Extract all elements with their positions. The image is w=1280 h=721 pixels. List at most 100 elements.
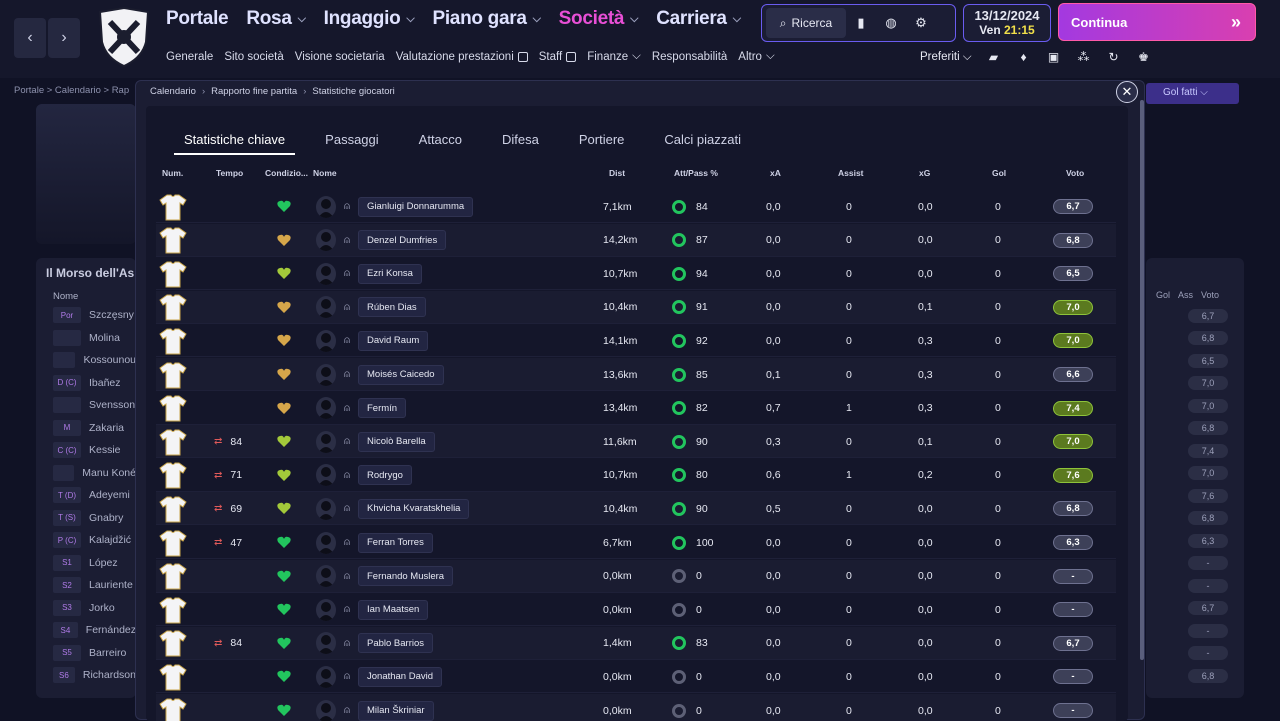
subnav-valutazione-prestazioni[interactable]: Valutazione prestazioni <box>396 50 528 63</box>
player-name[interactable]: Denzel Dumfries <box>358 230 446 250</box>
player-name[interactable]: Ferran Torres <box>358 533 433 553</box>
background-squad-row[interactable]: D (C)Ibañez <box>36 372 136 395</box>
table-row[interactable]: ⇄ 84 ⍝ Pablo Barrios 1,4km 83 0,0 0 0,0 … <box>156 627 1116 660</box>
player-name[interactable]: Ezri Konsa <box>358 264 422 284</box>
tab-attacco[interactable]: Attacco <box>409 132 472 155</box>
header-assist[interactable]: Assist <box>838 168 864 178</box>
chat-icon[interactable]: ▰ <box>986 50 1002 64</box>
table-row[interactable]: ⍝ Fernando Muslera 0,0km 0 0,0 0 0,0 0 - <box>156 560 1116 593</box>
header-rating[interactable]: Voto <box>1066 168 1084 178</box>
table-row[interactable]: ⇄ 84 ⍝ Nicolò Barella 11,6km 90 0,3 0 0,… <box>156 425 1116 458</box>
table-row[interactable]: ⇄ 47 ⍝ Ferran Torres 6,7km 100 0,0 0 0,0… <box>156 526 1116 559</box>
refresh-icon[interactable]: ↻ <box>1106 50 1122 64</box>
background-squad-row[interactable]: Kossounou <box>36 349 136 372</box>
background-squad-row[interactable]: T (S)Gnabry <box>36 507 136 530</box>
tab-statistiche-chiave[interactable]: Statistiche chiave <box>174 132 295 155</box>
background-squad-row[interactable]: MZakaria <box>36 417 136 440</box>
table-row[interactable]: ⇄ 71 ⍝ Rodrygo 10,7km 80 0,6 1 0,2 0 7,6 <box>156 459 1116 492</box>
background-squad-row[interactable]: P (C)Kalajdžić <box>36 529 136 552</box>
subnav-generale[interactable]: Generale <box>166 50 213 63</box>
background-squad-row[interactable]: Molina <box>36 327 136 350</box>
header-xg[interactable]: xG <box>919 168 930 178</box>
tab-portiere[interactable]: Portiere <box>569 132 635 155</box>
shirt-icon[interactable]: ♦ <box>1016 50 1032 64</box>
notes-icon[interactable]: ▣ <box>1046 50 1062 64</box>
header-name[interactable]: Nome <box>313 168 337 178</box>
header-pass[interactable]: Att/Pass % <box>674 168 718 178</box>
tab-passaggi[interactable]: Passaggi <box>315 132 388 155</box>
header-dist[interactable]: Dist <box>609 168 625 178</box>
goals-for-dropdown[interactable]: Gol fatti ⌵ <box>1146 83 1239 104</box>
background-squad-row[interactable]: PorSzczęsny <box>36 304 136 327</box>
table-row[interactable]: ⍝ Ian Maatsen 0,0km 0 0,0 0 0,0 0 - <box>156 593 1116 626</box>
tab-difesa[interactable]: Difesa <box>492 132 549 155</box>
tab-calci-piazzati[interactable]: Calci piazzati <box>654 132 751 155</box>
nav-ingaggio[interactable]: Ingaggio⌵ <box>324 8 415 30</box>
player-name[interactable]: Jonathan David <box>358 667 442 687</box>
player-name[interactable]: Moisés Caicedo <box>358 365 444 385</box>
background-squad-row[interactable]: S2Lauriente <box>36 574 136 597</box>
table-row[interactable]: ⍝ David Raum 14,1km 92 0,0 0 0,3 0 7,0 <box>156 324 1116 357</box>
subnav-altro[interactable]: Altro⌵ <box>738 50 774 63</box>
player-name[interactable]: Fermín <box>358 398 406 418</box>
background-squad-row[interactable]: S1López <box>36 552 136 575</box>
game-date[interactable]: 13/12/2024 Ven 21:15 <box>963 4 1051 42</box>
player-name[interactable]: Rúben Dias <box>358 297 426 317</box>
table-row[interactable]: ⍝ Ezri Konsa 10,7km 94 0,0 0 0,0 0 6,5 <box>156 257 1116 290</box>
forward-button[interactable]: › <box>48 18 80 58</box>
background-squad-row[interactable]: Svensson <box>36 394 136 417</box>
gear-icon[interactable]: ⚙ <box>906 8 936 38</box>
subnav-visione-societaria[interactable]: Visione societaria <box>295 50 385 63</box>
nav-rosa[interactable]: Rosa⌵ <box>246 8 305 30</box>
header-time[interactable]: Tempo <box>216 168 243 178</box>
header-xa[interactable]: xA <box>770 168 781 178</box>
breadcrumb-rapporto[interactable]: Rapporto fine partita <box>211 86 297 97</box>
breadcrumb-calendario[interactable]: Calendario <box>150 86 196 97</box>
close-button[interactable]: ✕ <box>1116 81 1138 103</box>
tactics-icon[interactable]: ⁂ <box>1076 50 1092 64</box>
player-name[interactable]: Gianluigi Donnarumma <box>358 197 473 217</box>
table-row[interactable]: ⇄ 69 ⍝ Khvicha Kvaratskhelia 10,4km 90 0… <box>156 492 1116 525</box>
globe-icon[interactable]: ◍ <box>876 8 906 38</box>
player-name[interactable]: Milan Škriniar <box>358 701 434 721</box>
subnav-sito-societa[interactable]: Sito società <box>224 50 283 63</box>
table-row[interactable]: ⍝ Moisés Caicedo 13,6km 85 0,1 0 0,3 0 6… <box>156 358 1116 391</box>
favorites-dropdown[interactable]: Preferiti ⌵ <box>920 51 972 64</box>
header-condition[interactable]: Condizio... <box>265 168 308 178</box>
subnav-finanze[interactable]: Finanze⌵ <box>587 50 641 63</box>
player-name[interactable]: Rodrygo <box>358 465 412 485</box>
back-button[interactable]: ‹ <box>14 18 46 58</box>
table-row[interactable]: ⍝ Milan Škriniar 0,0km 0 0,0 0 0,0 0 - <box>156 694 1116 721</box>
background-squad-row[interactable]: C (C)Kessie <box>36 439 136 462</box>
nav-portale[interactable]: Portale <box>166 8 228 30</box>
subnav-responsabilita[interactable]: Responsabilità <box>652 50 727 63</box>
background-squad-row[interactable]: T (D)Adeyemi <box>36 484 136 507</box>
table-row[interactable]: ⍝ Jonathan David 0,0km 0 0,0 0 0,0 0 - <box>156 660 1116 693</box>
player-name[interactable]: Nicolò Barella <box>358 432 435 452</box>
subnav-staff[interactable]: Staff <box>539 50 576 63</box>
table-row[interactable]: ⍝ Rúben Dias 10,4km 91 0,0 0 0,1 0 7,0 <box>156 291 1116 324</box>
club-logo[interactable] <box>96 6 152 68</box>
header-num[interactable]: Num. <box>162 168 183 178</box>
search-button[interactable]: ⌕Ricerca <box>766 8 846 38</box>
bookmark-icon[interactable]: ▮ <box>846 8 876 38</box>
background-squad-row[interactable]: S6Richardson <box>36 664 136 687</box>
trophy-icon[interactable]: ♚ <box>1136 50 1152 64</box>
background-squad-row[interactable]: S5Barreiro <box>36 642 136 665</box>
header-goals[interactable]: Gol <box>992 168 1006 178</box>
nav-carriera[interactable]: Carriera⌵ <box>656 8 741 30</box>
background-squad-row[interactable]: Manu Koné <box>36 462 136 485</box>
player-name[interactable]: Khvicha Kvaratskhelia <box>358 499 469 519</box>
player-name[interactable]: Pablo Barrios <box>358 633 433 653</box>
continue-button[interactable]: Continua » <box>1058 3 1256 41</box>
scrollbar-thumb[interactable] <box>1140 100 1144 660</box>
background-squad-row[interactable]: S4Fernández <box>36 619 136 642</box>
background-squad-row[interactable]: S3Jorko <box>36 597 136 620</box>
table-row[interactable]: ⍝ Denzel Dumfries 14,2km 87 0,0 0 0,0 0 … <box>156 224 1116 257</box>
nav-piano-gara[interactable]: Piano gara⌵ <box>432 8 540 30</box>
table-row[interactable]: ⍝ Gianluigi Donnarumma 7,1km 84 0,0 0 0,… <box>156 190 1116 223</box>
player-name[interactable]: Fernando Muslera <box>358 566 453 586</box>
player-name[interactable]: David Raum <box>358 331 428 351</box>
nav-societa[interactable]: Società⌵ <box>559 8 639 30</box>
table-row[interactable]: ⍝ Fermín 13,4km 82 0,7 1 0,3 0 7,4 <box>156 392 1116 425</box>
